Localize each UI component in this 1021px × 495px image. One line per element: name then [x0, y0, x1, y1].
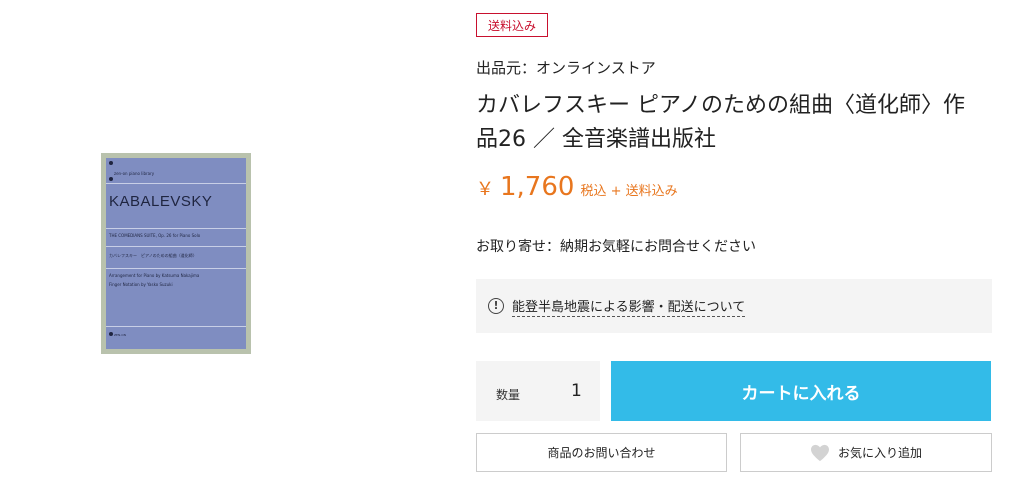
cover-composer: KABALEVSKY	[109, 193, 213, 210]
cover-divider	[106, 246, 246, 247]
price-value: 1,760	[500, 172, 575, 202]
cover-dot	[109, 332, 113, 336]
price-tax-note: 税込 + 送料込み	[580, 184, 678, 199]
price-currency: ￥	[476, 179, 494, 200]
quantity-input[interactable]: 1	[571, 381, 582, 401]
heart-icon	[810, 444, 829, 461]
notice-link[interactable]: 能登半島地震による影響・配送について	[512, 296, 746, 317]
cover-fingering: Finger Notation by Yasko Suzuki	[109, 282, 173, 287]
add-favorite-button[interactable]: お気に入り追加	[740, 433, 992, 472]
notice-banner[interactable]: ! 能登半島地震による影響・配送について	[476, 279, 992, 333]
cover-divider	[106, 326, 246, 327]
stock-status: お取り寄せ：納期お気軽にお問合せください	[476, 239, 756, 255]
cover-japanese-title: カバレフスキー ピアノのための組曲〈道化師〉	[109, 253, 197, 258]
seller-label: 出品元：オンラインストア	[476, 59, 656, 77]
product-title: カバレフスキー ピアノのための組曲〈道化師〉作品26 ／ 全音楽譜出版社	[476, 93, 966, 152]
cover-series: zen-on piano library	[114, 171, 155, 176]
price: ￥ 1,760 税込 + 送料込み	[476, 172, 678, 202]
shipping-included-badge: 送料込み	[476, 13, 549, 37]
cover-divider	[106, 268, 246, 269]
add-to-cart-button[interactable]: カートに入れる	[611, 361, 991, 421]
cover-dot	[109, 161, 113, 165]
exclamation-circle-icon: !	[488, 298, 504, 314]
cover-arranger: Arrangement for Piano by Katsuma Nakajim…	[109, 273, 200, 278]
cover-divider	[106, 183, 246, 184]
inquiry-button[interactable]: 商品のお問い合わせ	[476, 433, 727, 472]
cover-dot	[109, 177, 113, 181]
cover-divider	[106, 228, 246, 229]
product-image[interactable]: zen-on piano library KABALEVSKY THE COME…	[101, 153, 251, 354]
quantity-box: 数量 1	[476, 361, 600, 421]
cover-publisher: ZEN-ON	[114, 333, 126, 337]
favorite-label: お気に入り追加	[837, 446, 922, 460]
cover-subtitle: THE COMEDIANS SUITE, Op. 26 for Piano So…	[109, 233, 201, 238]
quantity-label: 数量	[496, 388, 521, 402]
